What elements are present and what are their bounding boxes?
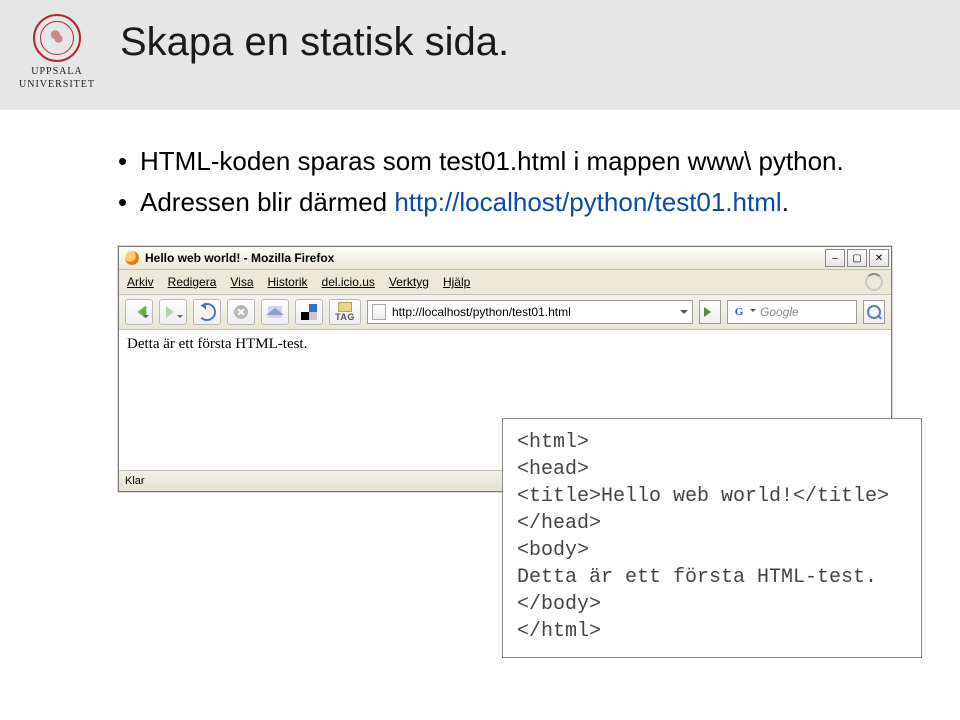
bullet-1: HTML-koden sparas som test01.html i mapp… [118, 144, 900, 179]
code-line-6: Detta är ett första HTML-test. [517, 564, 907, 591]
code-line-5: <body> [517, 537, 907, 564]
back-arrow-icon [132, 306, 146, 318]
back-button[interactable] [125, 299, 153, 325]
home-icon [268, 306, 282, 318]
stop-button[interactable] [227, 299, 255, 325]
html-source-panel: <html> <head> <title>Hello web world!</t… [502, 418, 922, 658]
university-name-line2: UNIVERSITET [19, 79, 95, 90]
search-box[interactable]: G Google [727, 300, 857, 324]
menu-delicious[interactable]: del.icio.us [322, 275, 375, 289]
firefox-icon [125, 251, 139, 265]
delicious-button[interactable] [295, 299, 323, 325]
menu-verktyg[interactable]: Verktyg [389, 275, 429, 289]
forward-arrow-icon [166, 306, 180, 318]
url-text: http://localhost/python/test01.html [392, 305, 674, 319]
slide-header: UPPSALA UNIVERSITET Skapa en statisk sid… [0, 0, 960, 110]
delicious-icon [301, 304, 317, 320]
menu-arkiv[interactable]: Arkiv [127, 275, 154, 289]
search-engine-icon: G [732, 305, 746, 319]
code-line-4: </head> [517, 510, 907, 537]
status-text: Klar [125, 475, 145, 487]
magnifier-icon [867, 305, 881, 319]
search-engine-dropdown-icon[interactable] [750, 309, 756, 315]
search-button[interactable] [863, 300, 885, 324]
page-icon [372, 304, 386, 320]
code-line-3: <title>Hello web world!</title> [517, 483, 907, 510]
bullet-2-suffix: . [782, 187, 789, 217]
minimize-button[interactable]: – [825, 249, 845, 267]
menu-visa[interactable]: Visa [230, 275, 253, 289]
tag-button[interactable]: TAG [329, 299, 361, 325]
code-line-1: <html> [517, 429, 907, 456]
page-body-text: Detta är ett första HTML-test. [127, 336, 307, 352]
bullet-2-prefix: Adressen blir därmed [140, 187, 394, 217]
reload-icon [198, 303, 216, 321]
window-buttons: – ▢ ✕ [825, 249, 889, 267]
throbber-icon [865, 273, 883, 291]
bullet-2: Adressen blir därmed http://localhost/py… [118, 185, 900, 220]
browser-menubar: Arkiv Redigera Visa Historik del.icio.us… [119, 270, 891, 295]
code-line-8: </html> [517, 618, 907, 645]
university-seal-icon [33, 14, 81, 62]
menu-hjalp[interactable]: Hjälp [443, 275, 470, 289]
university-name-line1: UPPSALA [31, 66, 82, 77]
address-bar[interactable]: http://localhost/python/test01.html [367, 300, 693, 324]
browser-toolbar: TAG http://localhost/python/test01.html … [119, 295, 891, 330]
browser-titlebar: Hello web world! - Mozilla Firefox – ▢ ✕ [119, 247, 891, 270]
reload-button[interactable] [193, 299, 221, 325]
forward-button[interactable] [159, 299, 187, 325]
menu-redigera[interactable]: Redigera [168, 275, 217, 289]
url-dropdown-icon[interactable] [680, 310, 688, 318]
menu-historik[interactable]: Historik [268, 275, 308, 289]
maximize-button[interactable]: ▢ [847, 249, 867, 267]
university-logo: UPPSALA UNIVERSITET [18, 14, 96, 91]
go-button[interactable] [699, 300, 721, 324]
stop-icon [234, 305, 248, 319]
code-line-7: </body> [517, 591, 907, 618]
home-button[interactable] [261, 299, 289, 325]
code-line-2: <head> [517, 456, 907, 483]
close-button[interactable]: ✕ [869, 249, 889, 267]
tag-label: TAG [335, 313, 355, 322]
window-title: Hello web world! - Mozilla Firefox [145, 251, 825, 265]
go-arrow-icon [704, 307, 716, 317]
bullet-1-text: HTML-koden sparas som test01.html i mapp… [140, 146, 844, 176]
bullet-list: HTML-koden sparas som test01.html i mapp… [118, 144, 900, 220]
bullet-2-link: http://localhost/python/test01.html [394, 187, 781, 217]
university-name: UPPSALA UNIVERSITET [18, 66, 96, 91]
search-placeholder: Google [760, 305, 852, 319]
slide-title: Skapa en statisk sida. [120, 20, 509, 65]
